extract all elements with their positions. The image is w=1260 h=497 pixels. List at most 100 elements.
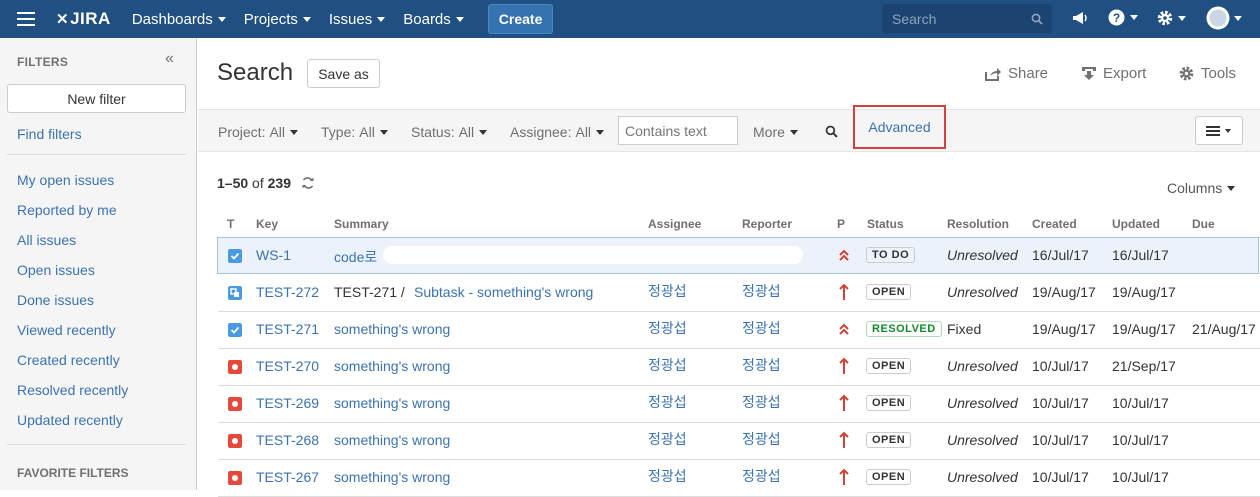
column-header-key[interactable]: Key <box>256 217 278 231</box>
issue-key[interactable]: TEST-272 <box>256 284 319 300</box>
column-header-status[interactable]: Status <box>867 217 904 231</box>
nav-projects[interactable]: Projects <box>244 11 311 28</box>
nav-dashboards[interactable]: Dashboards <box>132 11 226 28</box>
chevron-down-icon <box>1227 185 1236 191</box>
issue-summary[interactable]: something's wrong <box>334 469 450 485</box>
table-row[interactable]: WS-1 code로 TO DO Unresolved 16/Jul/17 16… <box>217 237 1259 274</box>
column-header-updated[interactable]: Updated <box>1112 217 1160 231</box>
column-header-type[interactable]: T <box>227 217 234 231</box>
status-badge: RESOLVED <box>866 321 942 337</box>
column-header-priority[interactable]: P <box>837 217 845 231</box>
column-header-assignee[interactable]: Assignee <box>648 217 701 231</box>
sidebar-item-all-issues[interactable]: All issues <box>17 232 76 248</box>
issue-reporter[interactable]: 정광섭 <box>742 392 781 412</box>
issue-reporter[interactable]: 정광섭 <box>742 429 781 449</box>
sidebar-item-my-open-issues[interactable]: My open issues <box>17 172 114 188</box>
export-button[interactable]: Export <box>1081 65 1146 82</box>
type-filter-value: All <box>359 124 375 140</box>
issue-resolution: Unresolved <box>947 469 1018 485</box>
issue-summary[interactable]: something's wrong <box>334 395 450 411</box>
column-header-resolution[interactable]: Resolution <box>947 217 1009 231</box>
column-header-due[interactable]: Due <box>1192 217 1215 231</box>
chevron-down-icon <box>290 129 299 135</box>
bug-type-icon <box>228 471 242 485</box>
contains-text-input[interactable] <box>618 116 738 145</box>
table-row[interactable]: TEST-271 something's wrong 정광섭 정광섭 RESOL… <box>218 312 1260 349</box>
priority-high-icon <box>839 283 849 300</box>
issue-reporter[interactable]: 정광섭 <box>742 466 781 486</box>
sidebar-item-reported-by-me[interactable]: Reported by me <box>17 202 117 218</box>
sidebar-item-done-issues[interactable]: Done issues <box>17 292 94 308</box>
column-header-created[interactable]: Created <box>1032 217 1077 231</box>
tools-button[interactable]: Tools <box>1178 65 1236 82</box>
priority-high-icon <box>839 357 849 374</box>
issue-reporter[interactable]: 정광섭 <box>742 281 781 301</box>
layout-switcher-button[interactable] <box>1195 116 1243 145</box>
issue-assignee[interactable]: 정광섭 <box>648 392 687 412</box>
search-icon <box>1031 13 1043 25</box>
parent-issue-link[interactable]: TEST-271 / <box>334 284 405 300</box>
refresh-icon[interactable] <box>301 176 315 190</box>
help-menu[interactable]: ? <box>1107 8 1138 27</box>
issue-key[interactable]: TEST-267 <box>256 469 319 485</box>
advanced-search-link[interactable]: Advanced <box>853 105 946 149</box>
issue-summary[interactable]: something's wrong <box>334 432 450 448</box>
issue-summary[interactable]: something's wrong <box>334 358 450 374</box>
sidebar-item-updated-recently[interactable]: Updated recently <box>17 412 123 428</box>
task-type-icon <box>228 323 242 337</box>
sidebar-item-open-issues[interactable]: Open issues <box>17 262 95 278</box>
issue-key[interactable]: WS-1 <box>256 247 291 263</box>
columns-dropdown[interactable]: Columns <box>1167 180 1236 196</box>
issue-assignee[interactable]: 정광섭 <box>648 355 687 375</box>
issue-key[interactable]: TEST-271 <box>256 321 319 337</box>
save-as-button[interactable]: Save as <box>307 59 380 88</box>
more-filters[interactable]: More <box>753 124 798 140</box>
nav-boards[interactable]: Boards <box>403 11 464 28</box>
sidebar-item-created-recently[interactable]: Created recently <box>17 352 120 368</box>
issue-assignee[interactable]: 정광섭 <box>648 466 687 486</box>
status-filter[interactable]: Status: All <box>411 124 488 140</box>
issue-assignee[interactable]: 정광섭 <box>648 429 687 449</box>
share-button[interactable]: Share <box>985 65 1048 82</box>
find-filters-link[interactable]: Find filters <box>17 126 82 142</box>
search-icon[interactable] <box>825 125 838 138</box>
settings-menu[interactable] <box>1156 9 1186 27</box>
issue-assignee[interactable]: 정광섭 <box>648 281 687 301</box>
search-input[interactable]: Search <box>882 4 1052 33</box>
profile-menu[interactable] <box>1206 6 1242 30</box>
table-row[interactable]: TEST-269 something's wrong 정광섭 정광섭 OPEN … <box>218 386 1260 423</box>
issue-resolution: Unresolved <box>947 284 1018 300</box>
megaphone-icon[interactable] <box>1071 9 1089 27</box>
table-row[interactable]: TEST-267 something's wrong 정광섭 정광섭 OPEN … <box>218 460 1260 497</box>
issue-assignee[interactable]: 정광섭 <box>648 318 687 338</box>
issue-resolution: Unresolved <box>947 432 1018 448</box>
jira-logo[interactable]: ✕ JIRA <box>56 9 111 29</box>
issue-updated: 10/Jul/17 <box>1112 469 1169 485</box>
sidebar-item-resolved-recently[interactable]: Resolved recently <box>17 382 128 398</box>
chevron-down-icon <box>596 129 605 135</box>
issue-summary[interactable]: code로 <box>334 247 377 267</box>
issue-reporter[interactable]: 정광섭 <box>742 318 781 338</box>
svg-text:?: ? <box>1113 11 1120 25</box>
table-row[interactable]: TEST-268 something's wrong 정광섭 정광섭 OPEN … <box>218 423 1260 460</box>
column-header-summary[interactable]: Summary <box>334 217 389 231</box>
table-row[interactable]: TEST-272 TEST-271 / Subtask - something'… <box>218 275 1260 312</box>
issue-key[interactable]: TEST-270 <box>256 358 319 374</box>
type-filter[interactable]: Type: All <box>321 124 388 140</box>
issue-summary[interactable]: Subtask - something's wrong <box>414 284 593 300</box>
new-filter-button[interactable]: New filter <box>7 84 186 113</box>
issue-key[interactable]: TEST-268 <box>256 432 319 448</box>
status-filter-value: All <box>458 124 475 140</box>
project-filter[interactable]: Project: All <box>218 124 299 140</box>
issue-reporter[interactable]: 정광섭 <box>742 355 781 375</box>
sidebar-item-viewed-recently[interactable]: Viewed recently <box>17 322 116 338</box>
table-row[interactable]: TEST-270 something's wrong 정광섭 정광섭 OPEN … <box>218 349 1260 386</box>
create-button[interactable]: Create <box>487 4 554 34</box>
column-header-reporter[interactable]: Reporter <box>742 217 792 231</box>
collapse-sidebar-icon[interactable]: « <box>165 50 174 68</box>
nav-issues[interactable]: Issues <box>329 11 386 28</box>
hamburger-icon[interactable] <box>17 12 35 26</box>
assignee-filter[interactable]: Assignee: All <box>510 124 605 140</box>
issue-summary[interactable]: something's wrong <box>334 321 450 337</box>
issue-key[interactable]: TEST-269 <box>256 395 319 411</box>
